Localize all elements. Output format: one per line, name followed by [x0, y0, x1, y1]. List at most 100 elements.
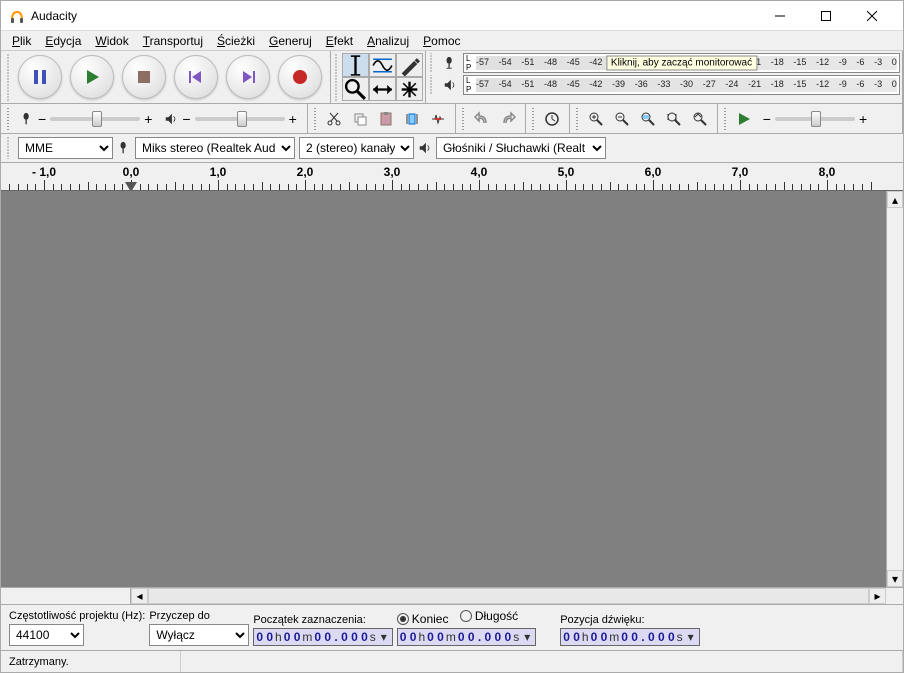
playback-device-select[interactable]: Głośniki / Słuchawki (Realt	[436, 137, 606, 159]
snap-select[interactable]: Wyłącz	[149, 624, 249, 646]
close-button[interactable]	[849, 1, 895, 31]
mic-icon[interactable]	[439, 53, 461, 73]
menu-dycja[interactable]: Edycja	[38, 32, 88, 50]
menu-omoc[interactable]: Pomoc	[416, 32, 467, 50]
title-bar: Audacity	[1, 1, 903, 31]
silence-button[interactable]	[425, 106, 451, 132]
recording-channels-select[interactable]: 2 (stereo) kanały	[299, 137, 414, 159]
status-extra	[181, 651, 903, 672]
selection-tool[interactable]	[342, 53, 369, 77]
plus-icon: +	[144, 111, 152, 127]
zoom-out-button[interactable]	[609, 106, 635, 132]
scroll-down-arrow[interactable]: ▾	[887, 570, 903, 587]
toolbar-grip[interactable]	[574, 106, 580, 131]
redo-button[interactable]	[495, 106, 521, 132]
undo-button[interactable]	[469, 106, 495, 132]
recording-volume-slider[interactable]	[50, 117, 140, 121]
pause-button[interactable]	[18, 55, 62, 99]
sync-lock-button[interactable]	[539, 106, 565, 132]
play-speed-button[interactable]	[731, 106, 757, 132]
skip-end-button[interactable]	[226, 55, 270, 99]
sync-toolbar	[526, 104, 570, 133]
minus-icon: −	[182, 111, 190, 127]
scroll-right-arrow[interactable]: ▸	[869, 588, 886, 604]
scroll-up-arrow[interactable]: ▴	[887, 191, 903, 208]
record-button[interactable]	[278, 55, 322, 99]
device-toolbar: MME Miks stereo (Realtek Audio 2 (stereo…	[1, 134, 903, 163]
menu-nalizuj[interactable]: Analizuj	[360, 32, 416, 50]
menu-fekt[interactable]: Efekt	[319, 32, 360, 50]
toolbar-grip[interactable]	[530, 106, 536, 131]
menu-idok[interactable]: Widok	[88, 32, 135, 50]
vertical-scrollbar[interactable]: ▴ ▾	[886, 191, 903, 587]
maximize-button[interactable]	[803, 1, 849, 31]
toolbar-grip[interactable]	[5, 106, 11, 131]
timeline-label: 4,0	[471, 165, 488, 179]
play-button[interactable]	[70, 55, 114, 99]
audio-position-field[interactable]: 0 0h0 0m0 0 . 0 0 0s▾	[560, 628, 699, 646]
playback-meter[interactable]: LP -57-54-51-48-45-42-39-36-33-30-27-24-…	[463, 75, 900, 95]
toolbar-grip[interactable]	[460, 106, 466, 131]
fit-selection-button[interactable]	[635, 106, 661, 132]
copy-button[interactable]	[347, 106, 373, 132]
zoom-toggle-button[interactable]	[687, 106, 713, 132]
mic-icon	[117, 141, 131, 155]
zoom-toolbar	[570, 104, 718, 133]
draw-tool[interactable]	[396, 53, 423, 77]
audio-host-select[interactable]: MME	[18, 137, 113, 159]
mixer-toolbar: − + − +	[1, 104, 308, 133]
recording-meter[interactable]: LP -57-54-51-48-45-42-39-36-33-30-27-24-…	[463, 53, 900, 73]
toolbar-grip[interactable]	[333, 53, 339, 101]
toolbar-grip[interactable]	[312, 106, 318, 131]
timeline-label: 1,0	[210, 165, 227, 179]
envelope-tool[interactable]	[369, 53, 396, 77]
timeshift-tool[interactable]	[369, 77, 396, 101]
selection-length-radio[interactable]: Długość	[460, 609, 518, 623]
tools-toolbar	[331, 51, 426, 103]
speaker-icon	[164, 112, 178, 126]
stop-button[interactable]	[122, 55, 166, 99]
meter-toolbar: LP -57-54-51-48-45-42-39-36-33-30-27-24-…	[426, 51, 903, 103]
selection-end-field[interactable]: 0 0h0 0m0 0 . 0 0 0s▾	[397, 628, 536, 646]
toolbar-row-2: − + − +	[1, 104, 903, 134]
project-rate-select[interactable]: 44100	[9, 624, 84, 646]
timeline-label: 6,0	[645, 165, 662, 179]
toolbar-grip[interactable]	[5, 53, 11, 101]
toolbar-grip[interactable]	[5, 137, 11, 159]
speaker-icon[interactable]	[439, 75, 461, 95]
status-bar: Zatrzymany.	[1, 650, 903, 672]
menu-cieżki[interactable]: Ścieżki	[210, 32, 262, 50]
selection-end-radio[interactable]: Koniec	[397, 612, 449, 626]
toolbar-grip[interactable]	[428, 75, 434, 95]
menu-eneruj[interactable]: Generuj	[262, 32, 319, 50]
play-speed-slider[interactable]	[775, 117, 855, 121]
edit-toolbar	[308, 104, 456, 133]
toolbar-grip[interactable]	[428, 53, 434, 73]
scroll-left-arrow[interactable]: ◂	[131, 588, 148, 604]
zoom-in-button[interactable]	[583, 106, 609, 132]
minimize-button[interactable]	[757, 1, 803, 31]
cut-button[interactable]	[321, 106, 347, 132]
recording-device-select[interactable]: Miks stereo (Realtek Audio	[135, 137, 295, 159]
timeline-ruler[interactable]: - 1,00,01,02,03,04,05,06,07,08,0	[1, 163, 903, 191]
audacity-icon	[9, 8, 25, 24]
multi-tool[interactable]	[396, 77, 423, 101]
menu-ransportuj[interactable]: Transportuj	[136, 32, 210, 50]
paste-button[interactable]	[373, 106, 399, 132]
menu-lik[interactable]: Plik	[5, 32, 38, 50]
selection-start-field[interactable]: 0 0h0 0m0 0 . 0 0 0s▾	[253, 628, 392, 646]
status-message: Zatrzymany.	[1, 651, 181, 672]
menu-bar: PlikEdycjaWidokTransportujŚcieżkiGeneruj…	[1, 31, 903, 51]
zoom-tool[interactable]	[342, 77, 369, 101]
tracks-area[interactable]: ▴ ▾	[1, 191, 903, 587]
horizontal-scrollbar[interactable]: ◂ ▸	[1, 587, 903, 604]
playback-volume-slider[interactable]	[195, 117, 285, 121]
transport-toolbar	[1, 51, 331, 103]
playhead-icon[interactable]	[125, 182, 137, 191]
fit-project-button[interactable]	[661, 106, 687, 132]
trim-button[interactable]	[399, 106, 425, 132]
toolbar-grip[interactable]	[722, 106, 728, 131]
timeline-label: 8,0	[819, 165, 836, 179]
skip-start-button[interactable]	[174, 55, 218, 99]
toolbar-row-1: LP -57-54-51-48-45-42-39-36-33-30-27-24-…	[1, 51, 903, 104]
